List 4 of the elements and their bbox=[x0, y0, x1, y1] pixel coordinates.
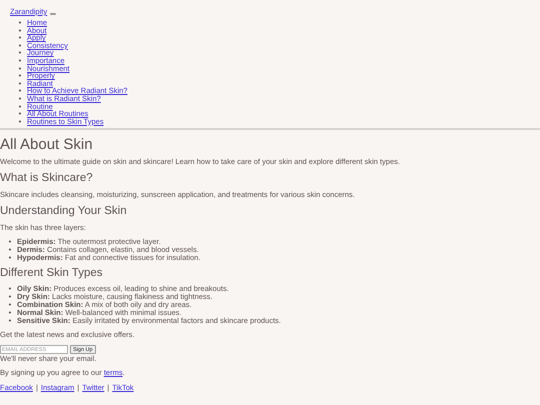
page-title: All About Skin bbox=[0, 136, 94, 154]
section-heading: Different Skin Types bbox=[0, 267, 104, 280]
section-heading: What is Skincare? bbox=[0, 172, 94, 186]
section-heading: Understanding Your Skin bbox=[0, 205, 128, 218]
